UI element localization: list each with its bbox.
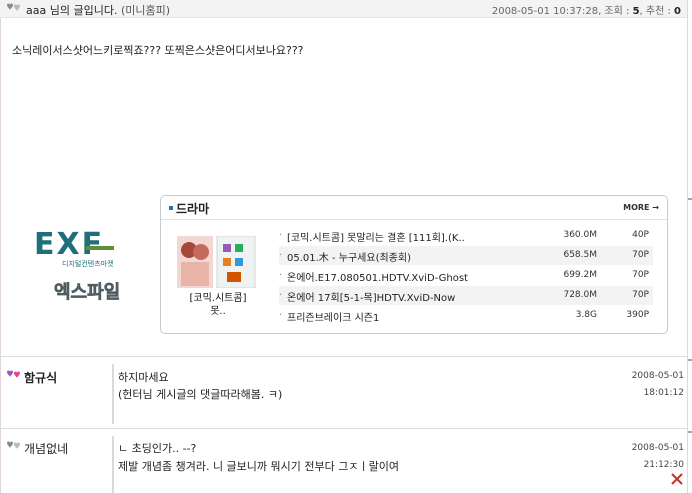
- user-hearts-icon: [7, 370, 20, 378]
- drama-item-title[interactable]: [코믹.시트콤] 못말리는 결혼 [111회].(K..: [287, 229, 465, 244]
- drama-box-header: 드라마 MORE →: [161, 196, 667, 220]
- scroll-marker: [688, 431, 692, 433]
- frame-border-right: [687, 0, 688, 493]
- drama-item-points: 70P: [632, 290, 649, 300]
- more-arrow-icon: →: [652, 203, 659, 212]
- title-bullet-icon: [169, 206, 173, 210]
- exf-logo-icon: EXF 디지털컨텐츠마켓 엑스파일: [34, 227, 121, 303]
- drama-item-size: 658.5M: [563, 250, 597, 260]
- views-count: 5: [632, 6, 640, 17]
- list-bullet-icon: ·: [279, 290, 283, 301]
- comment-divider: [0, 428, 688, 429]
- recommend-count: 0: [674, 6, 681, 17]
- drama-box-title: 드라마: [176, 202, 210, 216]
- drama-ad-box: 드라마 MORE → [코믹.시트콤] 못.. · [코믹.시트콤] 못말리는 …: [160, 195, 668, 334]
- comment-line: 하지마세요: [118, 371, 169, 384]
- post-meta: 2008-05-01 10:37:28, 조회 : 5, 추천 : 0: [491, 6, 681, 17]
- comment-separator: [112, 364, 114, 424]
- thumbnail-caption-line2: 못..: [210, 306, 226, 317]
- exf-logo[interactable]: EXF 디지털컨텐츠마켓 엑스파일: [32, 226, 144, 306]
- drama-item[interactable]: · 온에어 17회[5-1-목]HDTV.XviD-Now 728.0M 70P: [279, 286, 653, 305]
- drama-item-points: 70P: [632, 270, 649, 280]
- drama-item-title[interactable]: 프리즌브레이크 시즌1: [287, 309, 379, 324]
- user-hearts-icon: [7, 441, 20, 449]
- list-bullet-icon: ·: [279, 250, 283, 261]
- drama-item[interactable]: · [코믹.시트콤] 못말리는 결혼 [111회].(K.. 360.0M 40…: [279, 226, 653, 245]
- post-datetime: 2008-05-01 10:37:28: [491, 6, 599, 17]
- logo-kr-text: 엑스파일: [54, 282, 120, 303]
- comment-divider: [0, 356, 688, 357]
- drama-item-points: 70P: [632, 250, 649, 260]
- list-bullet-icon: ·: [279, 270, 283, 281]
- delete-comment-icon[interactable]: [670, 472, 684, 486]
- comment-author[interactable]: 함규식: [24, 369, 57, 386]
- comment-line: 제발 개념좀 챙겨라. 니 글보니까 뭐시기 전부다 그ㅈㅣ랄이여: [118, 460, 399, 473]
- more-link[interactable]: MORE →: [623, 203, 659, 212]
- logo-text-en: EXF: [34, 227, 104, 262]
- post-header: aaa 님의 글입니다. (미니홈피) 2008-05-01 10:37:28,…: [0, 0, 687, 18]
- drama-item-title[interactable]: 05.01.木 - 누구세요(최종회): [287, 249, 411, 264]
- comment-time: 18:01:12: [643, 388, 684, 398]
- list-bullet-icon: ·: [279, 310, 283, 321]
- post-author: aaa 님의 글입니다. (미니홈피): [26, 2, 170, 18]
- comment-author[interactable]: 개념없네: [24, 440, 68, 457]
- comment-date: 2008-05-01: [631, 371, 684, 381]
- drama-thumbnail[interactable]: [177, 236, 257, 288]
- views-label: 조회 :: [604, 6, 633, 17]
- drama-item[interactable]: · 온에어.E17.080501.HDTV.XviD-Ghost 699.2M …: [279, 266, 653, 285]
- more-label: MORE: [623, 203, 650, 212]
- scroll-marker: [688, 359, 692, 361]
- thumbnail-caption[interactable]: [코믹.시트콤] 못..: [173, 292, 263, 318]
- user-hearts-icon: [7, 3, 20, 11]
- drama-item-points: 40P: [632, 230, 649, 240]
- drama-item[interactable]: · 프리즌브레이크 시즌1 3.8G 390P: [279, 306, 653, 325]
- post-body: 소닉레이서스샷어느키로찍죠??? 또찍은스샷은어디서보나요???: [12, 44, 304, 57]
- frame-border-left: [0, 0, 1, 493]
- comment-separator: [112, 436, 114, 493]
- thumbnail-caption-line1: [코믹.시트콤]: [189, 293, 247, 304]
- logo-sub-text: 디지털컨텐츠마켓: [62, 259, 114, 268]
- minihompy-link[interactable]: (미니홈피): [121, 4, 170, 17]
- drama-item-size: 3.8G: [575, 310, 597, 320]
- drama-item[interactable]: · 05.01.木 - 누구세요(최종회) 658.5M 70P: [279, 246, 653, 265]
- comment-time: 21:12:30: [643, 460, 684, 470]
- drama-item-size: 360.0M: [563, 230, 597, 240]
- drama-item-title[interactable]: 온에어 17회[5-1-목]HDTV.XviD-Now: [287, 289, 455, 304]
- author-suffix: 님의 글입니다.: [46, 4, 121, 17]
- drama-item-size: 728.0M: [563, 290, 597, 300]
- drama-item-size: 699.2M: [563, 270, 597, 280]
- drama-item-points: 390P: [626, 310, 649, 320]
- list-bullet-icon: ·: [279, 230, 283, 241]
- comment-line: (헌터님 게시글의 댓글따라해봄. ㅋ): [118, 388, 283, 401]
- author-name[interactable]: aaa: [26, 4, 46, 17]
- comment-date: 2008-05-01: [631, 443, 684, 453]
- scroll-marker: [688, 198, 692, 200]
- recommend-label: 추천 :: [645, 6, 675, 17]
- comment-line: ㄴ 초딩인가.. --?: [118, 442, 197, 455]
- drama-item-title[interactable]: 온에어.E17.080501.HDTV.XviD-Ghost: [287, 269, 468, 284]
